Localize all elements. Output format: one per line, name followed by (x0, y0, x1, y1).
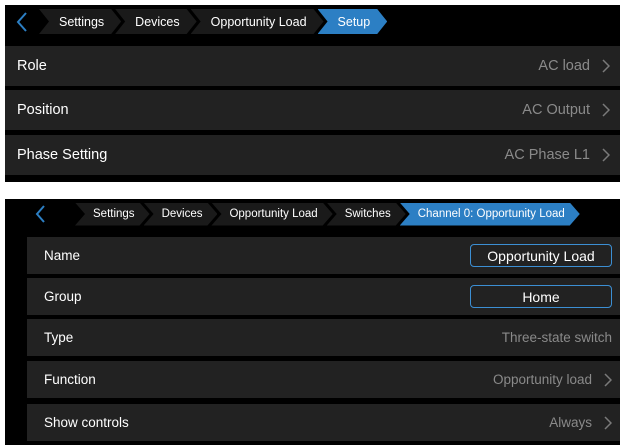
breadcrumb-devices[interactable]: Devices (115, 9, 196, 34)
breadcrumb: Settings Devices Opportunity Load Switch… (5, 199, 620, 229)
type-label: Type (44, 330, 74, 345)
function-label: Function (44, 372, 96, 387)
position-row[interactable]: Position AC Output (5, 90, 620, 130)
breadcrumb-setup[interactable]: Setup (318, 9, 388, 34)
show-controls-label: Show controls (44, 415, 129, 430)
name-label: Name (44, 248, 81, 263)
role-value: AC load (538, 58, 590, 74)
back-button[interactable] (5, 199, 75, 229)
breadcrumb-channel-0[interactable]: Channel 0: Opportunity Load (400, 203, 580, 226)
phase-setting-label: Phase Setting (17, 147, 108, 163)
function-row[interactable]: Function Opportunity load (27, 361, 620, 398)
role-row[interactable]: Role AC load (5, 46, 620, 86)
type-row: Type Three-state switch (27, 319, 620, 356)
breadcrumb-opportunity-load[interactable]: Opportunity Load (211, 203, 332, 226)
breadcrumb-opportunity-load[interactable]: Opportunity Load (191, 9, 324, 34)
chevron-right-icon (604, 372, 612, 387)
show-controls-value: Always (549, 415, 592, 430)
group-field[interactable]: Home (470, 285, 612, 308)
breadcrumb-switches[interactable]: Switches (327, 203, 406, 226)
chevron-right-icon (602, 103, 610, 117)
breadcrumb-settings[interactable]: Settings (75, 203, 150, 226)
name-field[interactable]: Opportunity Load (470, 244, 612, 267)
group-row: Group Home (27, 278, 620, 315)
name-row: Name Opportunity Load (27, 237, 620, 274)
chevron-right-icon (602, 59, 610, 73)
breadcrumb-settings[interactable]: Settings (39, 9, 121, 34)
chevron-right-icon (602, 148, 610, 162)
channel-panel: Settings Devices Opportunity Load Switch… (5, 199, 620, 445)
group-label: Group (44, 289, 82, 304)
function-value: Opportunity load (492, 372, 592, 387)
show-controls-row[interactable]: Show controls Always (27, 404, 620, 441)
back-button[interactable] (5, 5, 39, 38)
setup-panel: Settings Devices Opportunity Load Setup … (5, 5, 620, 182)
chevron-right-icon (604, 415, 612, 430)
type-value: Three-state switch (501, 330, 612, 345)
phase-setting-row[interactable]: Phase Setting AC Phase L1 (5, 135, 620, 175)
chevron-left-icon (16, 11, 27, 32)
breadcrumb: Settings Devices Opportunity Load Setup (5, 5, 620, 38)
role-label: Role (17, 58, 47, 74)
phase-setting-value: AC Phase L1 (504, 147, 590, 163)
chevron-left-icon (35, 205, 45, 223)
breadcrumb-devices[interactable]: Devices (144, 203, 218, 226)
position-value: AC Output (522, 102, 590, 118)
position-label: Position (17, 102, 69, 118)
